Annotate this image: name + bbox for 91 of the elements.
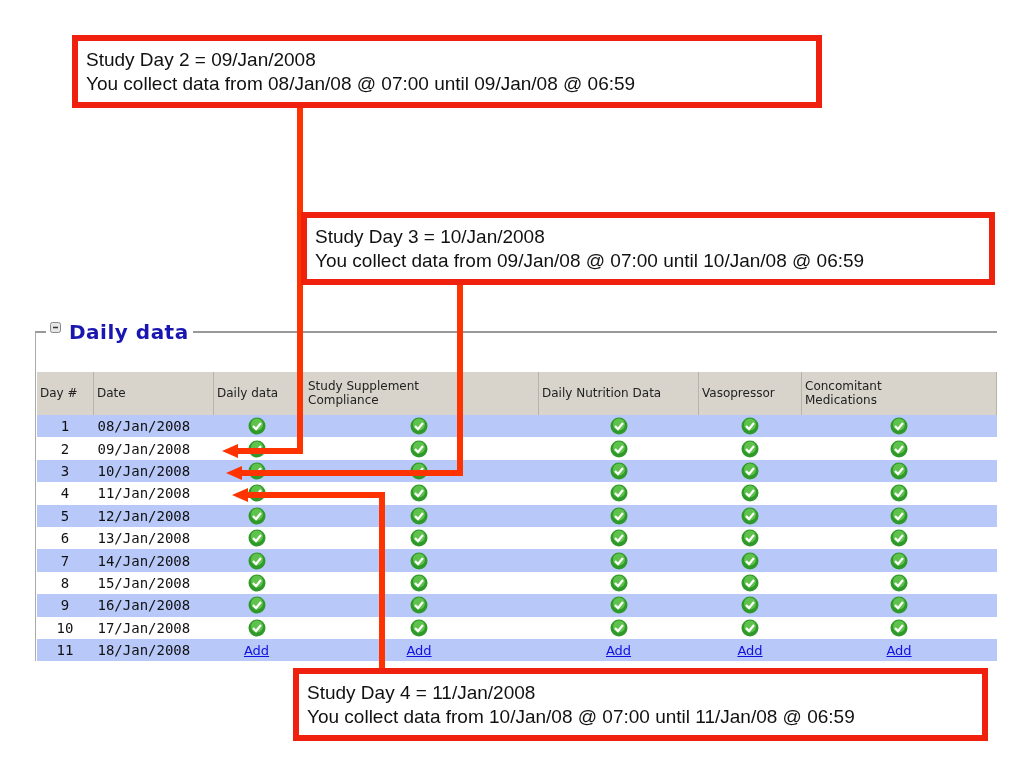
check-icon[interactable] [890, 439, 908, 458]
check-icon[interactable] [890, 618, 908, 637]
check-icon[interactable] [410, 506, 428, 525]
check-icon[interactable] [247, 506, 266, 525]
collapse-icon[interactable] [50, 321, 61, 333]
check-icon[interactable] [609, 484, 628, 503]
check-icon[interactable] [741, 506, 759, 525]
callout-text: You collect data from 09/Jan/08 @ 07:00 until 10/Jan/08 @ 06:59 [315, 248, 866, 273]
day-number: 9 [60, 597, 70, 614]
check-icon[interactable] [609, 551, 628, 570]
day-number: 8 [60, 574, 70, 591]
date-cell: 10/Jan/2008 [97, 462, 191, 479]
check-icon[interactable] [609, 506, 628, 525]
add-link[interactable]: Add [406, 643, 432, 659]
check-icon[interactable] [890, 461, 908, 480]
check-icon[interactable] [890, 596, 908, 615]
date-cell: 18/Jan/2008 [97, 642, 191, 659]
check-icon[interactable] [741, 484, 759, 503]
date-cell: 12/Jan/2008 [97, 507, 191, 524]
check-icon[interactable] [609, 529, 628, 548]
callout-text: You collect data from 10/Jan/08 @ 07:00 until 11/Jan/08 @ 06:59 [307, 704, 856, 729]
check-icon[interactable] [410, 618, 428, 637]
check-icon[interactable] [247, 529, 266, 548]
callout-text: Study Day 4 = 11/Jan/2008 [307, 680, 537, 705]
date-cell: 08/Jan/2008 [97, 418, 191, 435]
check-icon[interactable] [247, 551, 266, 570]
check-icon[interactable] [247, 618, 266, 637]
column-header: Concomitant Medications [805, 380, 883, 407]
callout-text: Study Day 3 = 10/Jan/2008 [315, 224, 546, 249]
check-icon[interactable] [247, 417, 266, 436]
column-header: Study Supplement Compliance [308, 380, 421, 407]
day-number: 10 [56, 619, 74, 636]
date-cell: 14/Jan/2008 [97, 552, 191, 569]
check-icon[interactable] [741, 551, 759, 570]
column-header: Date [97, 386, 126, 401]
check-icon[interactable] [890, 484, 908, 503]
check-icon[interactable] [741, 529, 759, 548]
check-icon[interactable] [890, 551, 908, 570]
check-icon[interactable] [609, 461, 628, 480]
date-cell: 09/Jan/2008 [97, 440, 191, 457]
check-icon[interactable] [609, 417, 628, 436]
check-icon[interactable] [247, 573, 266, 592]
column-header: Vasopressor [702, 386, 775, 401]
check-icon[interactable] [890, 529, 908, 548]
check-icon[interactable] [741, 618, 759, 637]
check-icon[interactable] [247, 461, 266, 480]
date-cell: 11/Jan/2008 [97, 485, 191, 502]
date-cell: 17/Jan/2008 [97, 619, 191, 636]
callout-text: You collect data from 08/Jan/08 @ 07:00 until 09/Jan/08 @ 06:59 [86, 71, 637, 96]
check-icon[interactable] [741, 417, 759, 436]
check-icon[interactable] [890, 417, 908, 436]
day-number: 11 [56, 642, 74, 659]
day-number: 3 [60, 462, 70, 479]
add-link[interactable]: Add [605, 643, 632, 659]
date-cell: 13/Jan/2008 [97, 530, 191, 547]
add-link[interactable]: Add [886, 643, 912, 659]
check-icon[interactable] [890, 506, 908, 525]
day-number: 6 [60, 530, 70, 547]
check-icon[interactable] [410, 529, 428, 548]
check-icon[interactable] [410, 551, 428, 570]
check-icon[interactable] [247, 439, 266, 458]
check-icon[interactable] [247, 596, 266, 615]
column-header: Daily Nutrition Data [542, 386, 662, 401]
column-header: Day # [40, 386, 78, 401]
day-number: 1 [60, 418, 70, 435]
check-icon[interactable] [609, 573, 628, 592]
check-icon[interactable] [609, 439, 628, 458]
check-icon[interactable] [741, 439, 759, 458]
day-number: 7 [60, 552, 70, 569]
date-cell: 16/Jan/2008 [97, 597, 191, 614]
callout-text: Study Day 2 = 09/Jan/2008 [86, 47, 317, 72]
check-icon[interactable] [410, 573, 428, 592]
check-icon[interactable] [741, 573, 759, 592]
check-icon[interactable] [410, 461, 428, 480]
check-icon[interactable] [741, 461, 759, 480]
check-icon[interactable] [247, 484, 266, 503]
check-icon[interactable] [741, 596, 759, 615]
check-icon[interactable] [410, 484, 428, 503]
check-icon[interactable] [609, 596, 628, 615]
column-header: Daily data [217, 386, 279, 401]
day-number: 4 [60, 485, 70, 502]
day-number: 5 [60, 507, 70, 524]
date-cell: 15/Jan/2008 [97, 574, 191, 591]
check-icon[interactable] [410, 417, 428, 436]
check-icon[interactable] [890, 573, 908, 592]
check-icon[interactable] [410, 439, 428, 458]
add-link[interactable]: Add [737, 643, 763, 659]
day-number: 2 [60, 440, 70, 457]
check-icon[interactable] [410, 596, 428, 615]
check-icon[interactable] [609, 618, 628, 637]
panel-title: Daily data [69, 320, 189, 344]
